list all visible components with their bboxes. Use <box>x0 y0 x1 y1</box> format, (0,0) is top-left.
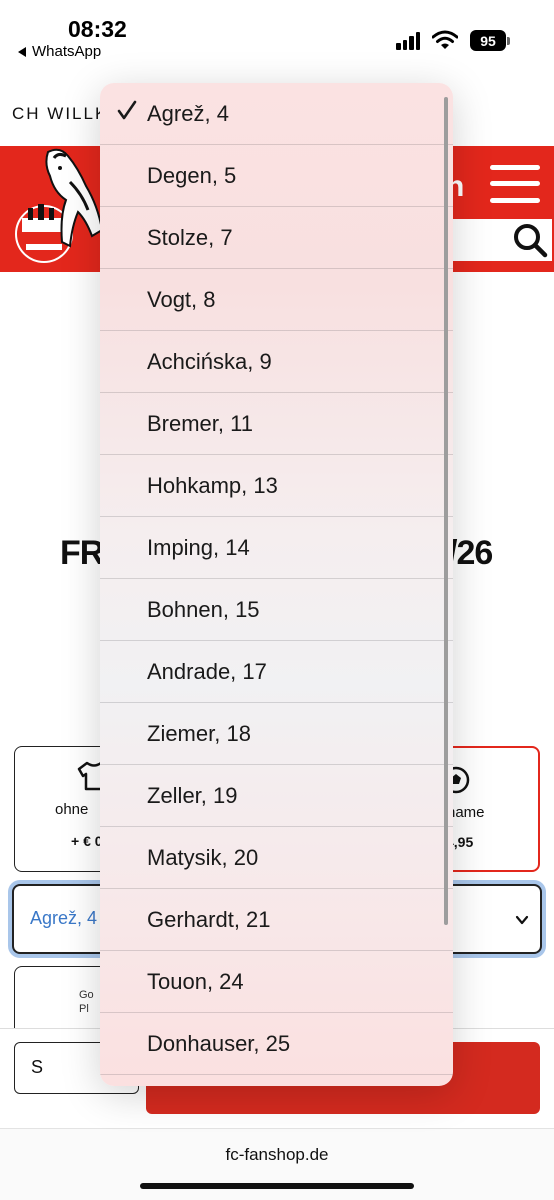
picker-option-label: Hohkamp, 13 <box>147 473 278 498</box>
picker-option[interactable]: Andrade, 17 <box>100 641 453 703</box>
size-select-value: S <box>31 1057 44 1077</box>
picker-scrollbar[interactable] <box>444 97 448 925</box>
battery-tip <box>507 37 510 45</box>
browser-url-bar[interactable]: fc-fanshop.de <box>0 1128 554 1200</box>
picker-option[interactable]: Hohkamp, 13 <box>100 455 453 517</box>
home-indicator[interactable] <box>140 1183 414 1189</box>
option-card-label: ohne <box>55 801 89 818</box>
url-text: fc-fanshop.de <box>225 1145 329 1164</box>
option-card-price: + € 0 <box>71 833 103 849</box>
picker-option-label: Stolze, 7 <box>147 225 233 250</box>
back-to-app-link[interactable]: WhatsApp <box>18 43 101 60</box>
picker-option-label: Zeller, 19 <box>147 783 238 808</box>
picker-option-label: Imping, 14 <box>147 535 250 560</box>
picker-option-label: Degen, 5 <box>147 163 237 188</box>
picker-option[interactable]: Bremer, 11 <box>100 393 453 455</box>
signal-icon <box>396 32 422 50</box>
picker-option-label: Achcińska, 9 <box>147 349 272 374</box>
picker-option-label: Vogt, 8 <box>147 287 216 312</box>
picker-option[interactable]: Imping, 14 <box>100 517 453 579</box>
picker-option[interactable]: Bohnen, 15 <box>100 579 453 641</box>
product-title-end: /26 <box>448 534 493 572</box>
picker-option-label: Andrade, 17 <box>147 659 267 684</box>
club-logo-icon[interactable] <box>8 146 112 274</box>
search-icon[interactable] <box>512 222 548 258</box>
chevron-down-icon <box>515 915 529 925</box>
checkmark-icon <box>117 100 137 120</box>
battery-indicator: 95 <box>470 30 506 51</box>
sponsor-text: Go <box>79 989 94 1001</box>
status-time: 08:32 <box>68 16 127 42</box>
picker-option[interactable]: Matysik, 20 <box>100 827 453 889</box>
hamburger-menu-icon[interactable] <box>490 165 540 203</box>
product-title-start: FR <box>60 534 104 572</box>
picker-option[interactable]: Agrež, 4 <box>100 83 453 145</box>
player-picker-popover[interactable]: Agrež, 4 Degen, 5 Stolze, 7 Vogt, 8 Achcińsk… <box>100 83 453 1086</box>
picker-option[interactable]: Ziemer, 18 <box>100 703 453 765</box>
picker-option-label: Agrež, 4 <box>147 101 229 126</box>
picker-option[interactable]: Degen, 5 <box>100 145 453 207</box>
player-select-value: Agrež, 4 <box>30 908 98 928</box>
picker-option[interactable]: Zeller, 19 <box>100 765 453 827</box>
picker-option-label: Donhauser, 25 <box>147 1031 291 1056</box>
picker-option[interactable]: Achcińska, 9 <box>100 331 453 393</box>
back-app-label: WhatsApp <box>32 43 102 60</box>
picker-option-label: Bremer, 11 <box>147 411 253 436</box>
picker-option[interactable]: Donhauser, 25 <box>100 1013 453 1075</box>
picker-option[interactable]: Touon, 24 <box>100 951 453 1013</box>
picker-separator <box>100 1074 453 1075</box>
picker-option-label: Gerhardt, 21 <box>147 907 271 932</box>
picker-option-label: Matysik, 20 <box>147 845 259 870</box>
back-arrow-icon <box>18 46 26 57</box>
sponsor-text: Pl <box>79 1003 89 1015</box>
picker-option-label: Ziemer, 18 <box>147 721 251 746</box>
picker-option-label: Bohnen, 15 <box>147 597 260 622</box>
picker-option[interactable]: Stolze, 7 <box>100 207 453 269</box>
wifi-icon <box>432 30 458 49</box>
picker-option[interactable]: Vogt, 8 <box>100 269 453 331</box>
status-bar: 08:32 WhatsApp 95 <box>0 0 554 80</box>
picker-option[interactable]: Gerhardt, 21 <box>100 889 453 951</box>
picker-option-label: Touon, 24 <box>147 969 244 994</box>
